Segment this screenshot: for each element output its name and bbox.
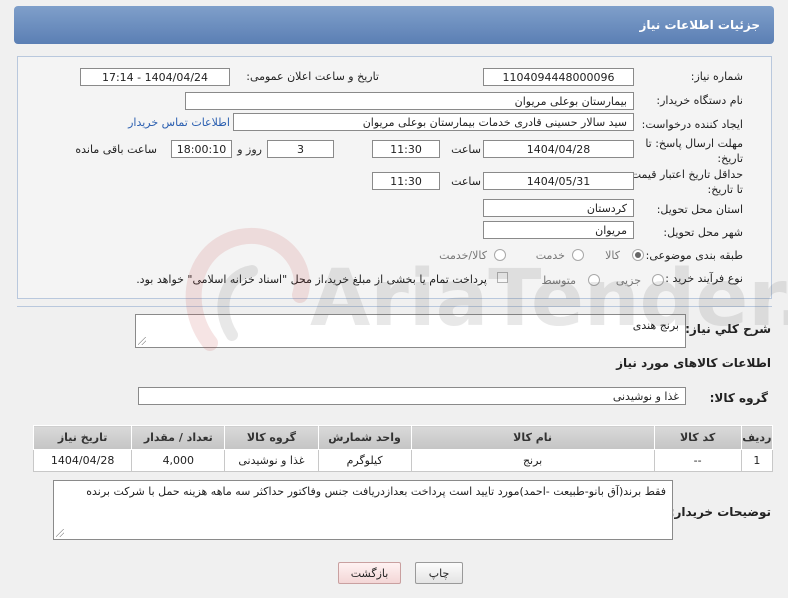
cell-row-number: 1 bbox=[740, 449, 774, 472]
print-button[interactable]: چاپ bbox=[415, 562, 463, 584]
buyer-notes-label: توضیحات خریدار: bbox=[669, 505, 771, 519]
days-remaining-field: 3 bbox=[267, 140, 334, 158]
category-service-radio[interactable] bbox=[572, 249, 584, 261]
col-goods-group: گروه کالا bbox=[224, 425, 319, 450]
col-unit: واحد شمارش bbox=[317, 425, 412, 450]
category-goods-radio[interactable] bbox=[632, 249, 644, 261]
goods-section-title: اطلاعات کالاهای مورد نیاز bbox=[616, 356, 771, 370]
city-label: شهر محل تحویل: bbox=[663, 226, 743, 239]
deadline-label: مهلت ارسال پاسخ: تا تاریخ: bbox=[645, 137, 743, 165]
deadline-time-field: 11:30 bbox=[372, 140, 440, 158]
city-field: مریوان bbox=[483, 221, 634, 239]
divider bbox=[17, 306, 772, 307]
process-minor-radio[interactable] bbox=[652, 274, 664, 286]
category-goods-service-radio[interactable] bbox=[494, 249, 506, 261]
days-label: روز و bbox=[237, 143, 262, 156]
summary-textarea[interactable]: برنج هندی bbox=[135, 314, 686, 348]
remaining-time-label: ساعت باقی مانده bbox=[75, 143, 157, 156]
page-header: جزئیات اطلاعات نیاز bbox=[14, 6, 774, 44]
creator-field: سید سالار حسینی قادری خدمات بیمارستان بو… bbox=[233, 113, 634, 131]
buyer-org-label: نام دستگاه خریدار: bbox=[656, 94, 743, 107]
goods-group-field: غذا و نوشیدنی bbox=[138, 387, 686, 405]
summary-text: برنج هندی bbox=[632, 319, 679, 332]
announce-label: تاریخ و ساعت اعلان عمومی: bbox=[246, 70, 379, 83]
buyer-notes-textarea[interactable]: فقط برند(آق بانو-طبیعت -احمد)مورد تایید … bbox=[53, 480, 673, 540]
process-medium-radio[interactable] bbox=[588, 274, 600, 286]
resize-grip-icon[interactable] bbox=[56, 529, 64, 537]
need-number-field: 1104094448000096 bbox=[483, 68, 634, 86]
deadline-time-label: ساعت bbox=[451, 143, 481, 156]
process-type-label: نوع فرآیند خرید : bbox=[665, 272, 743, 285]
cell-quantity: 4,000 bbox=[131, 449, 226, 472]
process-medium-label: متوسط bbox=[541, 274, 576, 287]
goods-group-label: گروه کالا: bbox=[709, 391, 768, 405]
price-validity-label: حداقل تاریخ اعتبار قیمت: تا تاریخ: bbox=[627, 168, 743, 196]
resize-grip-icon[interactable] bbox=[138, 337, 146, 345]
buyer-org-field: بیمارستان بوعلی مریوان bbox=[185, 92, 634, 110]
summary-label: شرح کلي نياز: bbox=[685, 322, 771, 336]
cell-goods-name: برنج bbox=[410, 449, 655, 472]
process-minor-label: جزیی bbox=[615, 274, 641, 287]
table-row: 1 -- برنج کیلوگرم غذا و نوشیدنی 4,000 14… bbox=[32, 449, 774, 472]
creator-label: ایجاد کننده درخواست: bbox=[641, 118, 743, 131]
province-field: کردستان bbox=[483, 199, 634, 217]
validity-date-field: 1404/05/31 bbox=[483, 172, 634, 190]
category-goods-service-label: کالا/خدمت bbox=[439, 249, 487, 262]
back-button[interactable]: بازگشت bbox=[338, 562, 401, 584]
page-title: جزئیات اطلاعات نیاز bbox=[639, 18, 760, 32]
col-need-date: تاریخ نیاز bbox=[32, 425, 133, 450]
province-label: استان محل تحویل: bbox=[656, 203, 743, 216]
col-quantity: تعداد / مقدار bbox=[131, 425, 226, 450]
category-goods-label: کالا bbox=[605, 249, 620, 262]
validity-time-label: ساعت bbox=[451, 175, 481, 188]
need-number-label: شماره نیاز: bbox=[690, 70, 743, 83]
validity-time-field: 11:30 bbox=[372, 172, 440, 190]
table-header-row: ردیف کد کالا نام کالا واحد شمارش گروه کا… bbox=[32, 425, 774, 450]
remaining-time-field: 18:00:10 bbox=[171, 140, 232, 158]
deadline-date-field: 1404/04/28 bbox=[483, 140, 634, 158]
cell-goods-group: غذا و نوشیدنی bbox=[224, 449, 319, 472]
col-row-number: ردیف bbox=[740, 425, 774, 450]
announce-datetime-field: 1404/04/24 - 17:14 bbox=[80, 68, 230, 86]
category-label: طبقه بندی موضوعی: bbox=[645, 249, 743, 262]
col-goods-code: کد کالا bbox=[653, 425, 742, 450]
cell-need-date: 1404/04/28 bbox=[32, 449, 133, 472]
col-goods-name: نام کالا bbox=[410, 425, 655, 450]
buyer-notes-text: فقط برند(آق بانو-طبیعت -احمد)مورد تایید … bbox=[86, 485, 666, 498]
cell-unit: کیلوگرم bbox=[317, 449, 412, 472]
goods-table: ردیف کد کالا نام کالا واحد شمارش گروه کا… bbox=[32, 425, 774, 472]
treasury-payment-note: پرداخت تمام یا بخشی از مبلغ خرید،از محل … bbox=[136, 273, 487, 286]
category-service-label: خدمت bbox=[535, 249, 565, 262]
cell-goods-code: -- bbox=[653, 449, 742, 472]
contact-info-link[interactable]: اطلاعات تماس خریدار bbox=[128, 116, 230, 129]
treasury-payment-checkbox[interactable] bbox=[497, 272, 508, 283]
